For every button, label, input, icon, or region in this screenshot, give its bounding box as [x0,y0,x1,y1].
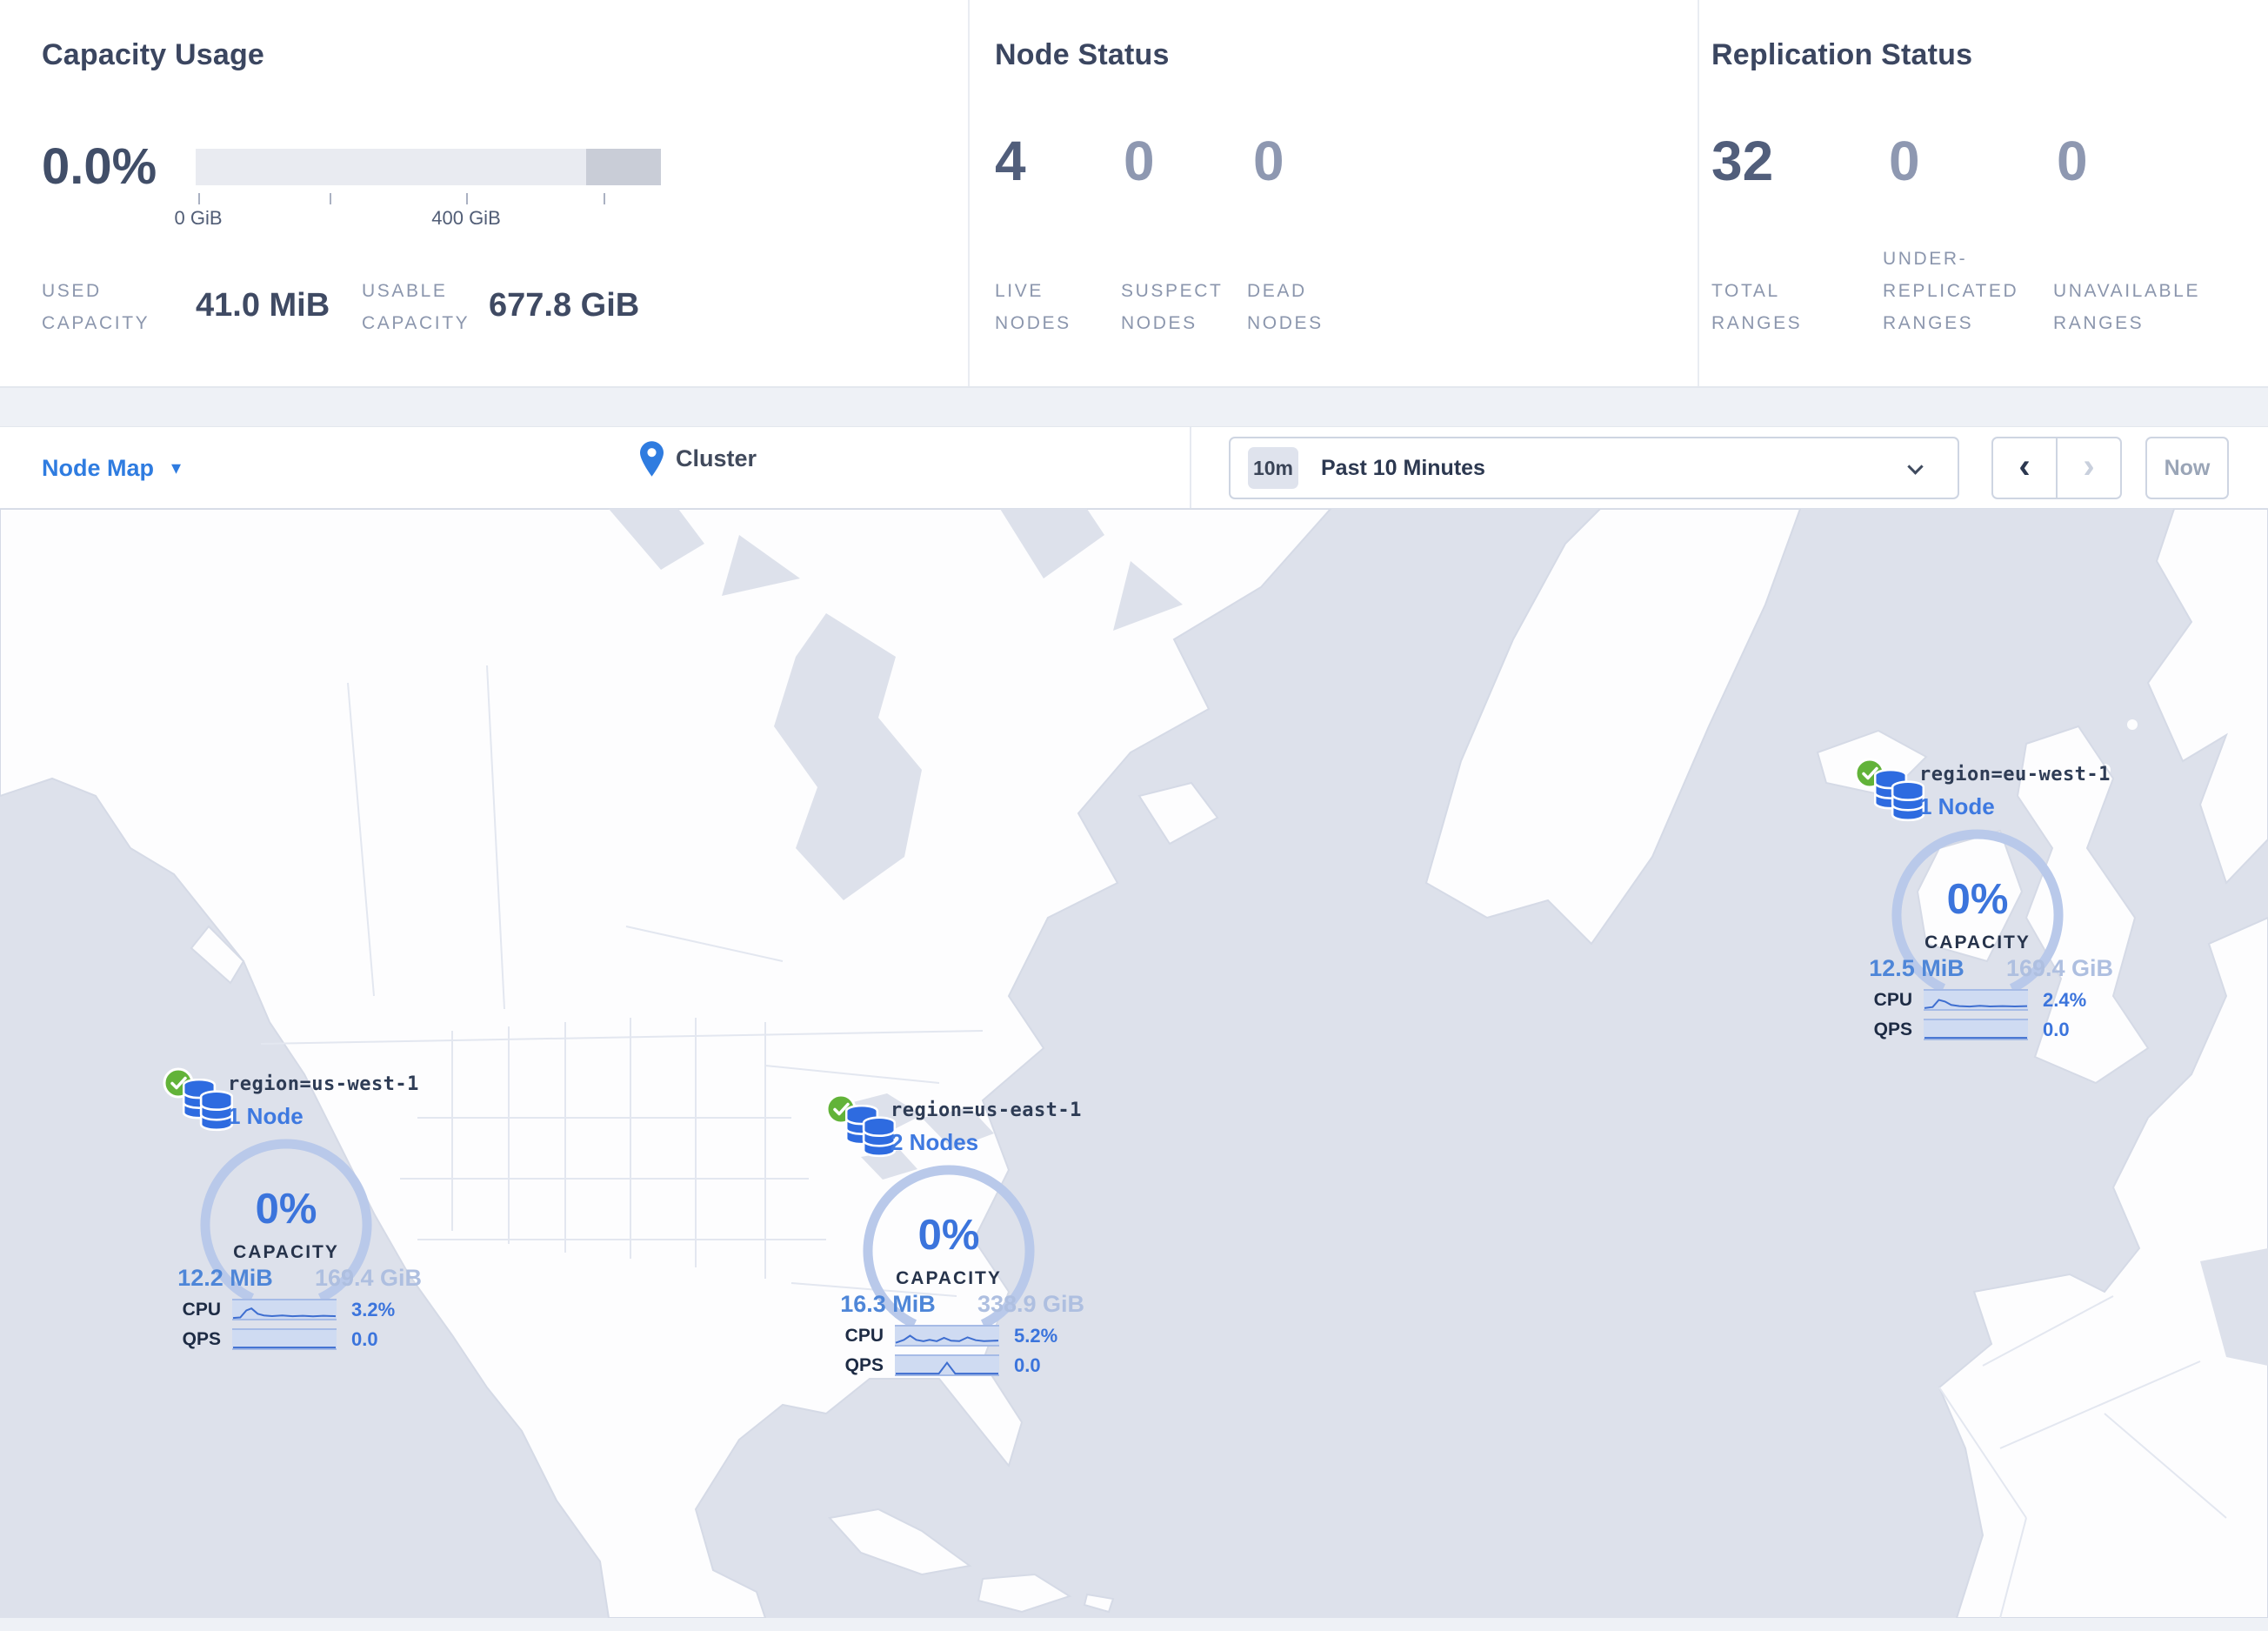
region-label: region=us-west-1 [228,1073,419,1095]
capacity-usage-title: Capacity Usage [42,38,265,71]
capacity-gauge-label: CAPACITY [233,1242,339,1262]
suspect-nodes-count: 0 [1124,130,1155,192]
usable-capacity-value: 677.8 GiB [489,287,640,324]
cpu-sparkline [232,1299,337,1320]
view-selector-label: Node Map [42,454,155,481]
dead-nodes-count: 0 [1253,130,1284,192]
cpu-label: CPU [1873,990,1912,1010]
qps-label: QPS [844,1355,884,1375]
used-capacity: 16.3 MiB [840,1291,936,1317]
cpu-label: CPU [182,1300,221,1320]
view-selector-dropdown[interactable]: Node Map ▾ [42,448,181,488]
total-capacity: 169.4 GiB [314,1265,423,1291]
dead-nodes-label: DEAD NODES [1247,281,1324,333]
node-map: region=us-west-1 1 Node 0% CAPACITY 12.2… [0,509,2268,1618]
map-marker-us-west-1[interactable]: region=us-west-1 1 Node 0% CAPACITY 12.2… [162,1066,431,1358]
cpu-value: 3.2% [351,1299,396,1320]
total-capacity: 338.9 GiB [977,1291,1085,1317]
map-toolbar: Node Map ▾ Cluster 10m Past 10 Minutes ‹… [0,426,2268,509]
time-range-label: Past 10 Minutes [1321,456,1485,480]
qps-label: QPS [1873,1019,1912,1039]
qps-sparkline [1924,1019,2028,1040]
unavailable-ranges-label: UNAVAILABLE RANGES [2053,281,2201,333]
capacity-axis-tick [604,193,605,204]
breadcrumb-cluster: Cluster [676,445,757,471]
time-step-forward-button[interactable]: › [2058,438,2120,498]
panel-divider [968,0,970,386]
toolbar-divider [1190,427,1191,508]
time-range-badge: 10m [1248,447,1298,489]
node-count-link[interactable]: 1 Node [228,1103,304,1130]
world-map [0,509,2268,1618]
cluster-summary-band: Capacity Usage 0.0% 0 GiB 400 GiB USED C… [0,0,2268,388]
capacity-axis-tick [198,193,200,204]
map-marker-eu-west-1[interactable]: region=eu-west-1 1 Node 0% CAPACITY 12.5… [1853,757,2123,1048]
node-count-link[interactable]: 2 Nodes [891,1129,978,1156]
capacity-gauge-percent: 0% [255,1186,317,1233]
region-label: region=eu-west-1 [1919,764,2111,785]
time-step-buttons: ‹ › [1991,437,2122,499]
node-count-link[interactable]: 1 Node [1919,793,1995,820]
qps-sparkline [895,1354,999,1376]
time-range-selector[interactable]: 10m Past 10 Minutes [1229,437,1959,499]
qps-value: 0.0 [351,1328,378,1350]
capacity-bar-reserved-segment [586,149,661,185]
used-capacity-label: USED CAPACITY [42,281,150,333]
qps-label: QPS [182,1329,221,1349]
under-replicated-count: 0 [1889,130,1920,192]
live-nodes-count: 4 [995,130,1026,192]
capacity-gauge-label: CAPACITY [896,1268,1002,1288]
used-capacity-value: 41.0 MiB [196,287,330,324]
used-capacity: 12.2 MiB [177,1265,273,1291]
breadcrumb[interactable]: Cluster [640,441,757,477]
total-ranges-count: 32 [1711,130,1774,192]
capacity-percent: 0.0% [42,138,157,195]
capacity-gauge-percent: 0% [917,1212,980,1259]
capacity-axis-tick [330,193,331,204]
region-label: region=us-east-1 [891,1100,1082,1121]
capacity-axis-label-400: 400 GiB [431,207,501,229]
unavailable-ranges-count: 0 [2057,130,2088,192]
database-stack-icon [1874,769,1924,822]
total-capacity: 169.4 GiB [2005,955,2114,981]
cpu-sparkline [1924,989,2028,1011]
live-nodes-label: LIVE NODES [995,281,1071,333]
capacity-gauge-label: CAPACITY [1924,932,2031,953]
panel-divider [1698,0,1699,386]
map-marker-us-east-1[interactable]: region=us-east-1 2 Nodes 0% CAPACITY 16.… [824,1093,1094,1384]
database-stack-icon [183,1079,233,1132]
replication-status-title: Replication Status [1711,38,1973,71]
map-pin-icon [640,441,664,477]
total-ranges-label: TOTAL RANGES [1711,281,1803,333]
chevron-down-icon: ▾ [171,457,182,478]
cpu-sparkline [895,1325,999,1347]
qps-sparkline [232,1328,337,1350]
capacity-bar [196,149,661,185]
database-stack-icon [845,1105,896,1158]
cpu-label: CPU [844,1326,884,1346]
chevron-down-icon [1907,458,1924,475]
capacity-gauge-percent: 0% [1946,876,2009,923]
now-button[interactable]: Now [2145,437,2229,499]
under-replicated-label: UNDER-REPLICATED RANGES [1883,249,2019,333]
suspect-nodes-label: SUSPECT NODES [1121,281,1224,333]
qps-value: 0.0 [2043,1019,2070,1040]
cpu-value: 2.4% [2043,989,2087,1011]
capacity-axis-label-0: 0 GiB [174,207,223,229]
qps-value: 0.0 [1014,1354,1041,1376]
node-status-title: Node Status [995,38,1170,71]
capacity-axis-tick [466,193,468,204]
used-capacity: 12.5 MiB [1869,955,1964,981]
time-step-back-button[interactable]: ‹ [1993,438,2058,498]
cpu-value: 5.2% [1014,1325,1058,1347]
